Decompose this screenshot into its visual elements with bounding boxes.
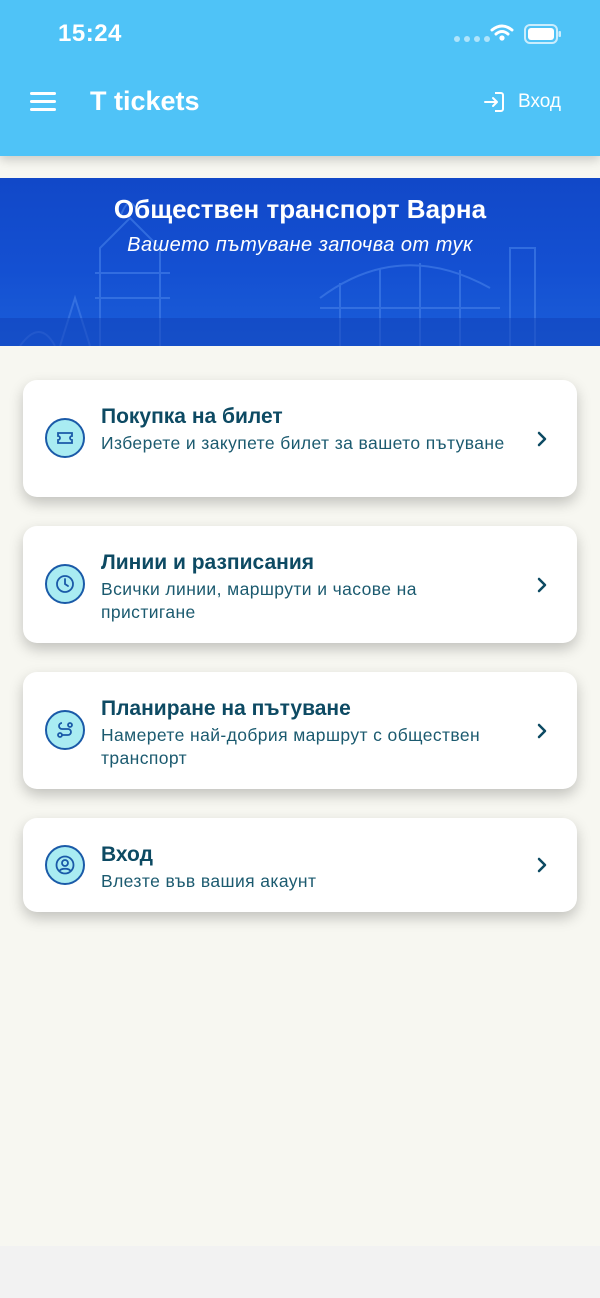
menu-icon[interactable] (30, 92, 56, 112)
card-buy-ticket[interactable]: Покупка на билет Изберете и закупете бил… (23, 380, 577, 497)
status-time: 15:24 (58, 20, 122, 47)
ticket-icon (45, 418, 85, 458)
card-description: Влезте във вашия акаунт (101, 871, 317, 891)
card-title: Планиране на пътуване (101, 697, 351, 720)
hero-banner: Обществен транспорт Варна Вашето пътуван… (0, 178, 600, 346)
card-lines-schedules[interactable]: Линии и разписания Всички линии, маршрут… (23, 526, 577, 643)
signal-icon (454, 36, 490, 42)
card-title: Покупка на билет (101, 405, 283, 428)
banner-subtitle: Вашето пътуване започва от тук (127, 234, 473, 256)
card-title: Вход (101, 843, 153, 866)
bottom-area (0, 1246, 600, 1298)
card-description: Изберете и закупете билет за вашето пъту… (101, 433, 505, 453)
chevron-right-icon (537, 723, 547, 739)
header-login-label: Вход (518, 91, 561, 112)
chevron-right-icon (537, 857, 547, 873)
user-icon (45, 845, 85, 885)
login-icon (484, 92, 504, 112)
card-title: Линии и разписания (101, 551, 314, 574)
app-title: T tickets (90, 86, 200, 116)
app-header: 15:24 T tickets Вход (0, 0, 600, 156)
wifi-icon (490, 24, 514, 41)
banner-title: Обществен транспорт Варна (113, 194, 487, 224)
card-trip-planning[interactable]: Планиране на пътуване Намерете най-добри… (23, 672, 577, 789)
card-description: Намерете най-добрия маршрут с обществен … (101, 725, 481, 768)
card-login[interactable]: Вход Влезте във вашия акаунт (23, 818, 577, 912)
battery-icon (524, 24, 561, 44)
header-login-button[interactable]: Вход (482, 90, 561, 114)
chevron-right-icon (537, 431, 547, 447)
card-description: Всички линии, маршрути и часове на прист… (101, 579, 417, 622)
chevron-right-icon (537, 577, 547, 593)
clock-icon (45, 564, 85, 604)
route-icon (45, 710, 85, 750)
